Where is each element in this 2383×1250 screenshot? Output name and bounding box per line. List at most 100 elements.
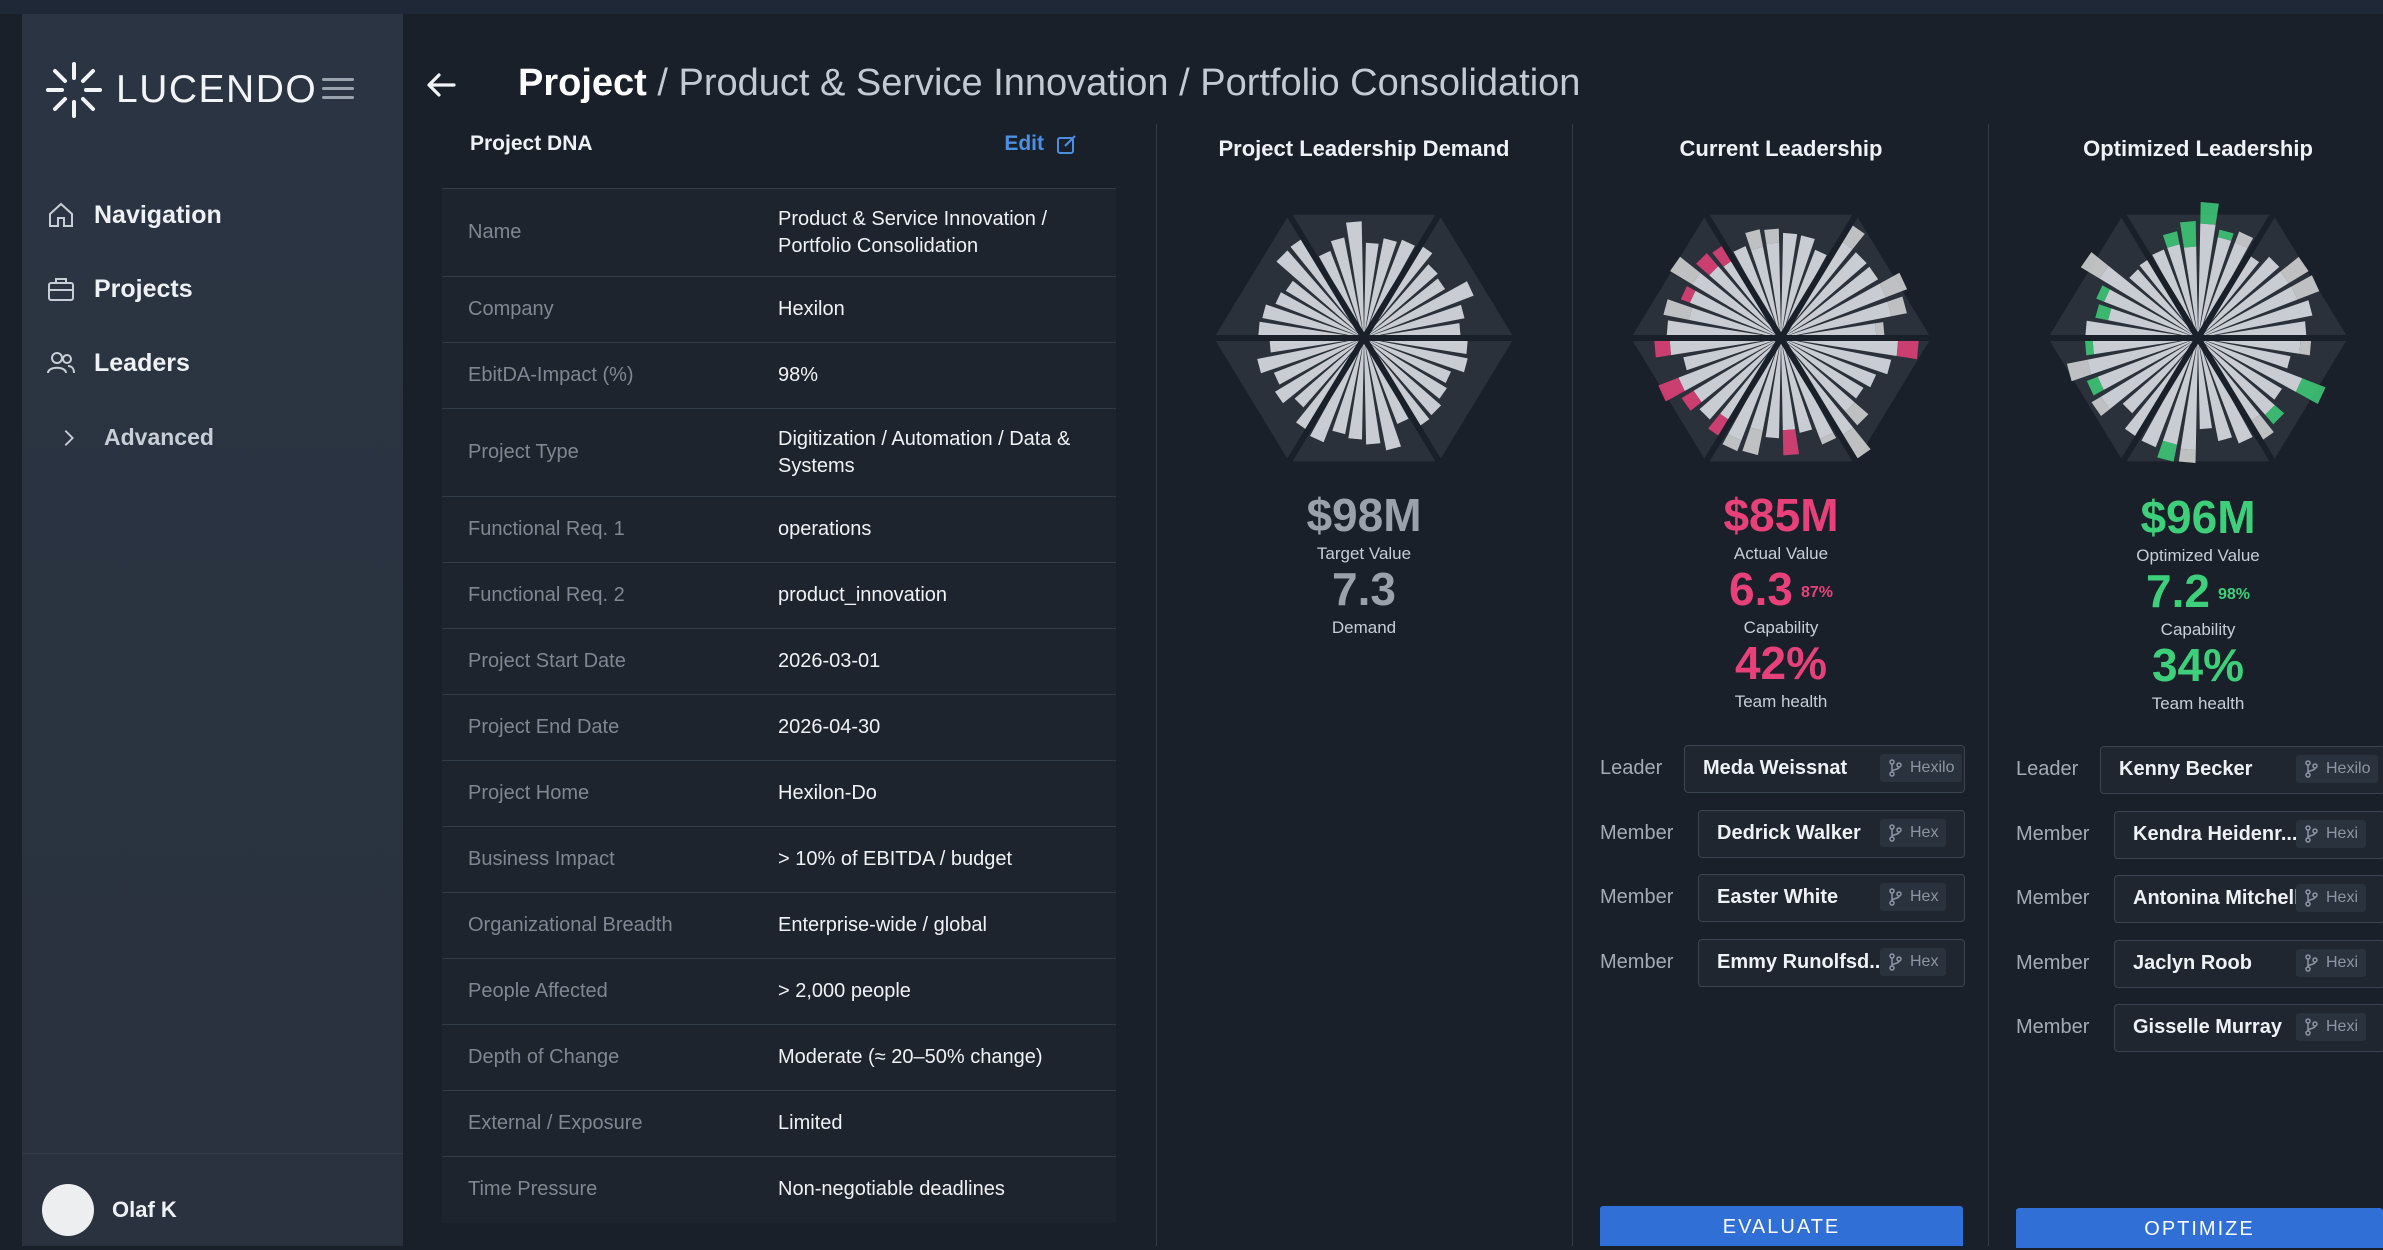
optimized-capability-label: Capability xyxy=(2160,620,2236,639)
dna-row-value: > 10% of EBITDA / budget xyxy=(778,848,1013,870)
team-role-label: Member xyxy=(2016,1016,2090,1038)
optimized-value-label: Optimized Value xyxy=(2136,546,2260,565)
branch-icon xyxy=(1889,823,1902,842)
divider xyxy=(22,1153,403,1154)
optimized-team-health: 34% xyxy=(2151,639,2245,691)
sidebar-item-advanced[interactable]: Advanced xyxy=(58,424,214,451)
member-name: Antonina Mitchell xyxy=(2133,887,2300,909)
dna-row: Functional Req. 1 operations xyxy=(442,496,1116,563)
sidebar-item-leaders[interactable]: Leaders xyxy=(46,348,190,378)
dna-row-label: People Affected xyxy=(468,980,608,1002)
member-select[interactable]: Antonina Mitchell Hexi xyxy=(2114,875,2383,923)
dna-row-label: Project End Date xyxy=(468,716,620,738)
current-capability-pct: 87% xyxy=(1800,583,1833,601)
member-select[interactable]: Easter White Hex xyxy=(1698,874,1965,922)
company-tag-label: Hexi xyxy=(2326,889,2359,906)
dna-row: Company Hexilon xyxy=(442,276,1116,343)
dna-row-label: Name xyxy=(468,221,522,243)
radar-wedge-delta xyxy=(1896,340,1919,360)
company-tag: Hex xyxy=(1880,947,1947,976)
optimize-button[interactable]: OPTIMIZE xyxy=(2016,1208,2383,1248)
sidebar-item-label: Navigation xyxy=(94,200,222,229)
edit-button[interactable]: Edit xyxy=(1004,132,1078,156)
company-tag-label: Hex xyxy=(1910,888,1939,905)
back-arrow-icon[interactable] xyxy=(424,68,458,102)
dna-row-value: Moderate (≈ 20–50% change) xyxy=(778,1046,1043,1068)
project-dna-header: Project DNA Edit xyxy=(442,124,1116,189)
member-name: Easter White xyxy=(1717,886,1839,908)
target-value: $98M xyxy=(1306,489,1422,541)
breadcrumb-root[interactable]: Project xyxy=(518,62,647,104)
company-tag-label: Hexi xyxy=(2326,953,2359,971)
sidebar-item-label: Leaders xyxy=(94,348,190,377)
radar-wedge-delta xyxy=(2200,202,2219,225)
member-name: Meda Weissnat xyxy=(1703,757,1848,779)
member-select[interactable]: Gisselle Murray Hexi xyxy=(2114,1004,2383,1052)
sidebar: LUCENDO Navigation Projects Leaders Adva… xyxy=(22,14,403,1246)
dna-row-label: Company xyxy=(468,298,554,320)
dna-row-value: Digitization / Automation / Data & Syste… xyxy=(778,428,1071,477)
dna-row: Project Home Hexilon-Do xyxy=(442,760,1116,827)
current-team-health: 42% xyxy=(1734,637,1828,689)
current-radar-chart xyxy=(1631,213,1931,463)
panel-divider xyxy=(1988,124,1989,1246)
dna-row: Project End Date 2026-04-30 xyxy=(442,694,1116,761)
dna-row-value: Limited xyxy=(778,1112,843,1134)
dna-row: EbitDA-Impact (%) 98% xyxy=(442,342,1116,409)
leader-select[interactable]: Kenny Becker Hexilo xyxy=(2100,746,2383,794)
leader-select[interactable]: Meda Weissnat Hexilo xyxy=(1684,745,1965,793)
dna-row-label: Business Impact xyxy=(468,848,615,870)
user-profile[interactable]: Olaf K xyxy=(42,1184,177,1236)
dna-row-label: Organizational Breadth xyxy=(468,914,673,936)
actual-value: $85M xyxy=(1723,489,1839,541)
dna-row-label: Functional Req. 1 xyxy=(468,518,625,540)
radar-wedge-delta xyxy=(1875,322,1885,337)
company-tag-label: Hexilo xyxy=(1910,759,1955,776)
radar-wedge-delta xyxy=(2085,340,2094,356)
home-icon xyxy=(49,202,73,227)
member-select[interactable]: Emmy Runolfsd... Hex xyxy=(1698,938,1965,987)
dna-row-label: Time Pressure xyxy=(468,1178,598,1200)
company-tag-label: Hex xyxy=(1910,952,1939,970)
member-select[interactable]: Kendra Heidenr... Hexi xyxy=(2114,810,2383,859)
dna-row-value: Non-negotiable deadlines xyxy=(778,1178,1005,1200)
window-top-strip xyxy=(0,0,2383,14)
company-tag-label: Hexi xyxy=(2326,1018,2359,1035)
dna-row: Organizational Breadth Enterprise-wide / … xyxy=(442,892,1116,959)
radar-wedge-delta xyxy=(2178,448,2196,463)
app-logo[interactable]: LUCENDO xyxy=(42,58,317,122)
optimized-panel-title: Optimized Leadership xyxy=(2083,136,2313,161)
dna-row-value: operations xyxy=(778,518,872,540)
radar-wedge-delta xyxy=(1654,340,1671,358)
member-name: Jaclyn Roob xyxy=(2133,951,2252,974)
branch-icon xyxy=(2305,824,2318,843)
dna-row: People Affected > 2,000 people xyxy=(442,958,1116,1025)
dna-row: Functional Req. 2 product_innovation xyxy=(442,562,1116,629)
breadcrumb-path: / Product & Service Innovation / Portfol… xyxy=(646,62,1581,104)
dna-row-label: Project Home xyxy=(468,782,590,804)
sidebar-item-projects[interactable]: Projects xyxy=(46,274,193,304)
member-select[interactable]: Dedrick Walker Hex xyxy=(1698,809,1965,858)
radar-wedge-delta xyxy=(2299,340,2312,356)
radar-wedge-delta xyxy=(1764,228,1780,244)
dna-row: Project Start Date 2026-03-01 xyxy=(442,628,1116,695)
optimized-value: $96M xyxy=(2140,491,2256,543)
current-capability-label: Capability xyxy=(1743,618,1819,637)
target-value-label: Target Value xyxy=(1316,544,1412,563)
team-role-label: Member xyxy=(2016,951,2090,974)
breadcrumb: Project / Product & Service Innovation /… xyxy=(518,62,1580,105)
sidebar-item-navigation[interactable]: Navigation xyxy=(46,200,222,230)
member-select[interactable]: Jaclyn Roob Hexi xyxy=(2114,939,2383,988)
branch-icon xyxy=(2305,953,2318,972)
team-role-label: Member xyxy=(2016,887,2090,909)
evaluate-button[interactable]: EVALUATE xyxy=(1600,1206,1963,1246)
edit-label: Edit xyxy=(1004,132,1044,155)
team-role-label: Member xyxy=(1600,821,1674,844)
company-tag-label: Hexi xyxy=(2326,824,2359,842)
edit-icon xyxy=(1057,135,1076,154)
dna-row-value: 2026-04-30 xyxy=(778,716,881,738)
current-team-health-label: Team health xyxy=(1734,692,1828,711)
chevron-right-icon xyxy=(64,429,74,446)
menu-toggle-icon[interactable] xyxy=(322,78,354,100)
dna-row-value: Product & Service Innovation / Portfolio… xyxy=(778,208,1048,257)
